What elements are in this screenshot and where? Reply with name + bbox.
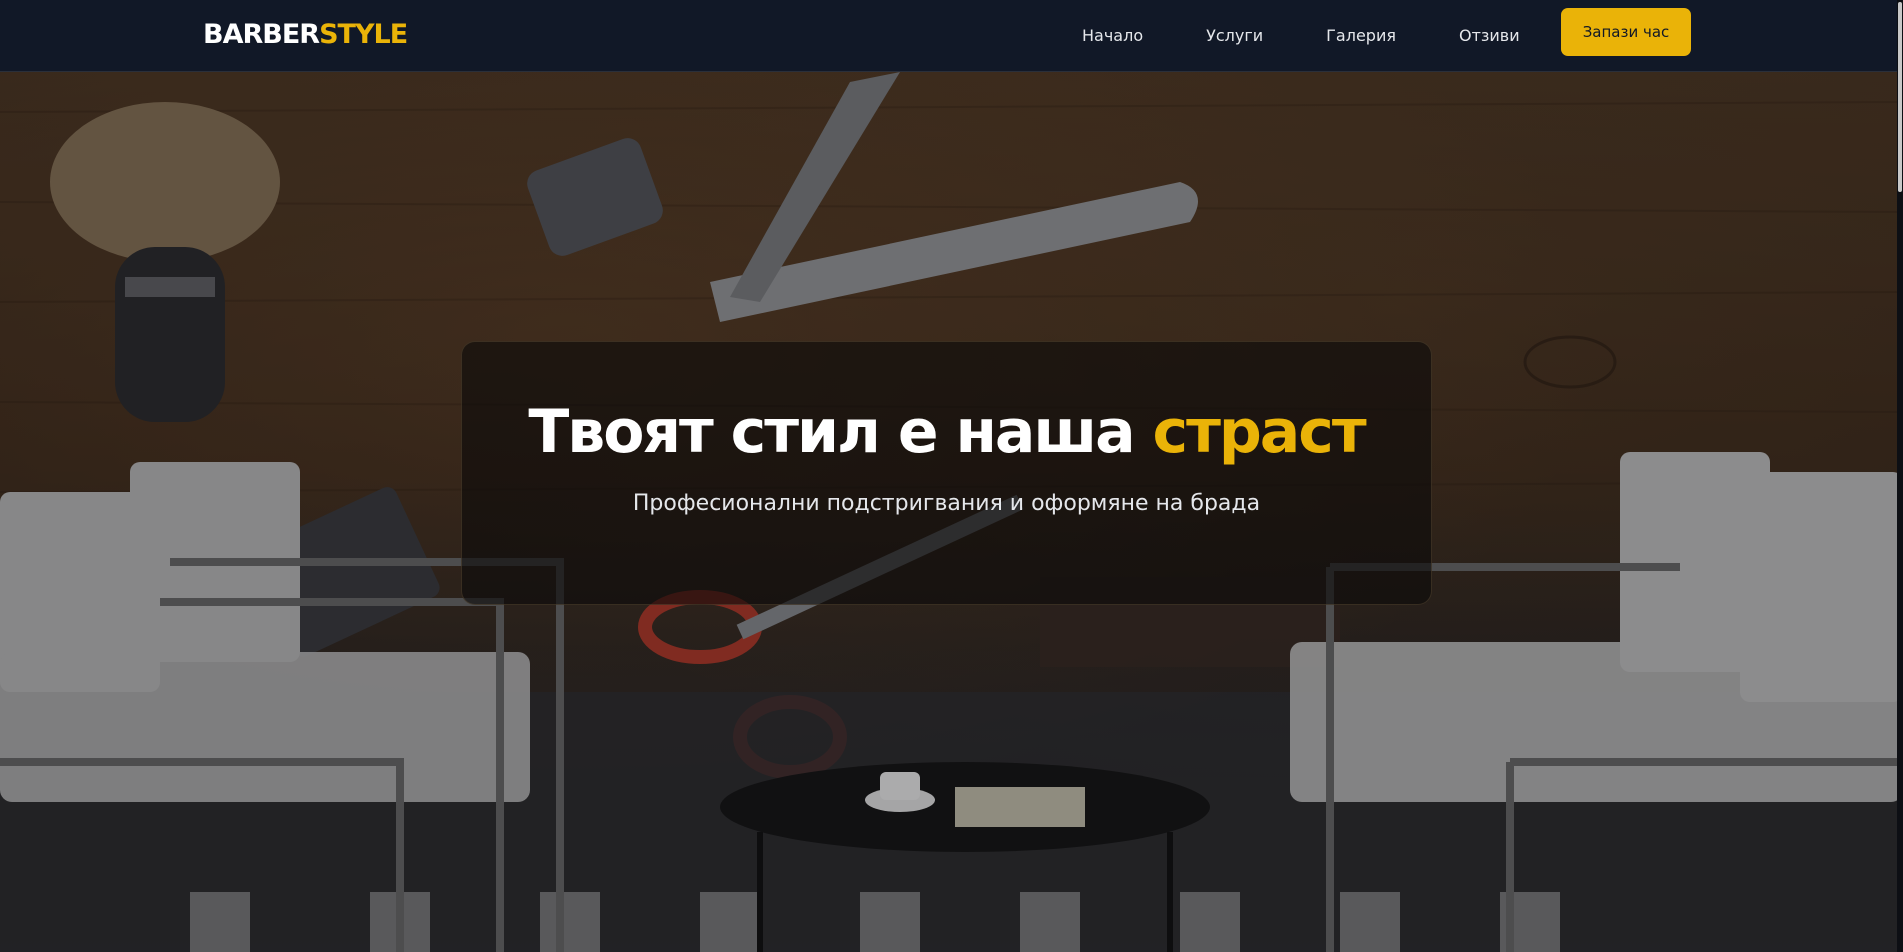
hero-title: Твоят стил е наша страст [462,396,1431,468]
logo[interactable]: BARBERSTYLE [203,18,408,52]
hero-section: Твоят стил е наша страст Професионални п… [0,72,1903,952]
page-scrollbar[interactable] [1897,0,1903,952]
logo-part-barber: BARBER [203,19,320,50]
nav-links: Начало Услуги Галерия Отзиви [1082,0,1583,72]
book-appointment-button[interactable]: Запази час [1561,8,1691,56]
hero-title-main: Твоят стил е наша [528,397,1153,467]
hero-card: Твоят стил е наша страст Професионални п… [461,341,1432,605]
hero-subtitle: Професионални подстригвания и оформяне н… [632,491,1261,516]
nav-link-services[interactable]: Услуги [1206,26,1263,46]
nav-link-gallery[interactable]: Галерия [1326,26,1396,46]
nav-link-reviews[interactable]: Отзиви [1459,26,1520,46]
nav-link-home[interactable]: Начало [1082,26,1143,46]
scrollbar-thumb[interactable] [1898,2,1902,192]
logo-part-style: STYLE [319,19,408,50]
navbar: BARBERSTYLE Начало Услуги Галерия Отзиви… [0,0,1903,72]
hero-title-accent: страст [1152,397,1367,467]
